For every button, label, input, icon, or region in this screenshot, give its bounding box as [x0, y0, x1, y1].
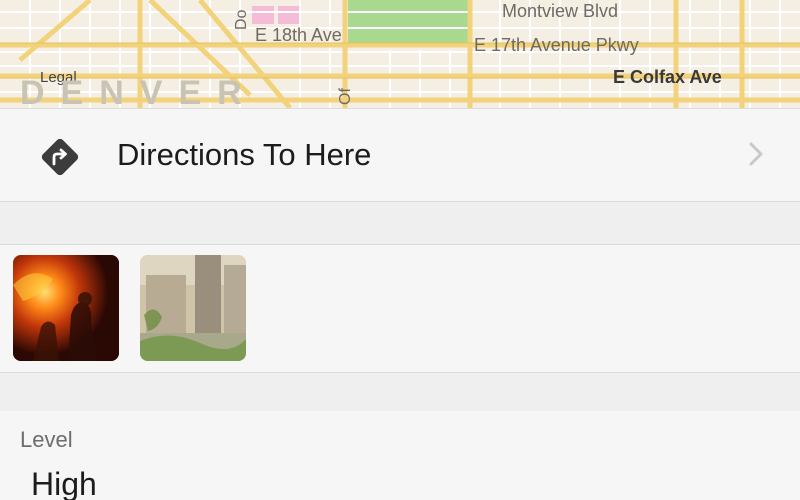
- level-label: Level: [20, 427, 73, 452]
- map-street-label: Montview Blvd: [502, 1, 619, 21]
- photo-thumbnail-street[interactable]: [140, 255, 246, 361]
- chevron-right-icon: [749, 142, 763, 166]
- directions-label: Directions To Here: [117, 137, 372, 172]
- photos-row: [0, 245, 800, 371]
- map-street-label-major: E Colfax Ave: [613, 67, 722, 87]
- directions-icon: [41, 138, 79, 176]
- photo-image: [140, 255, 246, 361]
- level-value: High: [31, 466, 97, 500]
- map-street-label: E 18th Ave: [255, 25, 342, 45]
- directions-row[interactable]: Directions To Here: [0, 109, 800, 202]
- map-city-label: DENVER: [20, 74, 258, 109]
- level-section: Level High: [0, 411, 800, 500]
- photo-thumbnail-fire[interactable]: [13, 255, 119, 361]
- map-street-label-vertical: Do: [233, 9, 250, 30]
- map-street-label-vertical: Of: [337, 88, 354, 105]
- photo-image: [13, 255, 119, 361]
- map-view[interactable]: Montview Blvd E 18th Ave E 17th Avenue P…: [0, 0, 800, 109]
- map-street-label: E 17th Avenue Pkwy: [474, 35, 639, 55]
- section-separator: [0, 202, 800, 245]
- screen: Montview Blvd E 18th Ave E 17th Avenue P…: [0, 0, 800, 500]
- section-separator: [0, 372, 800, 411]
